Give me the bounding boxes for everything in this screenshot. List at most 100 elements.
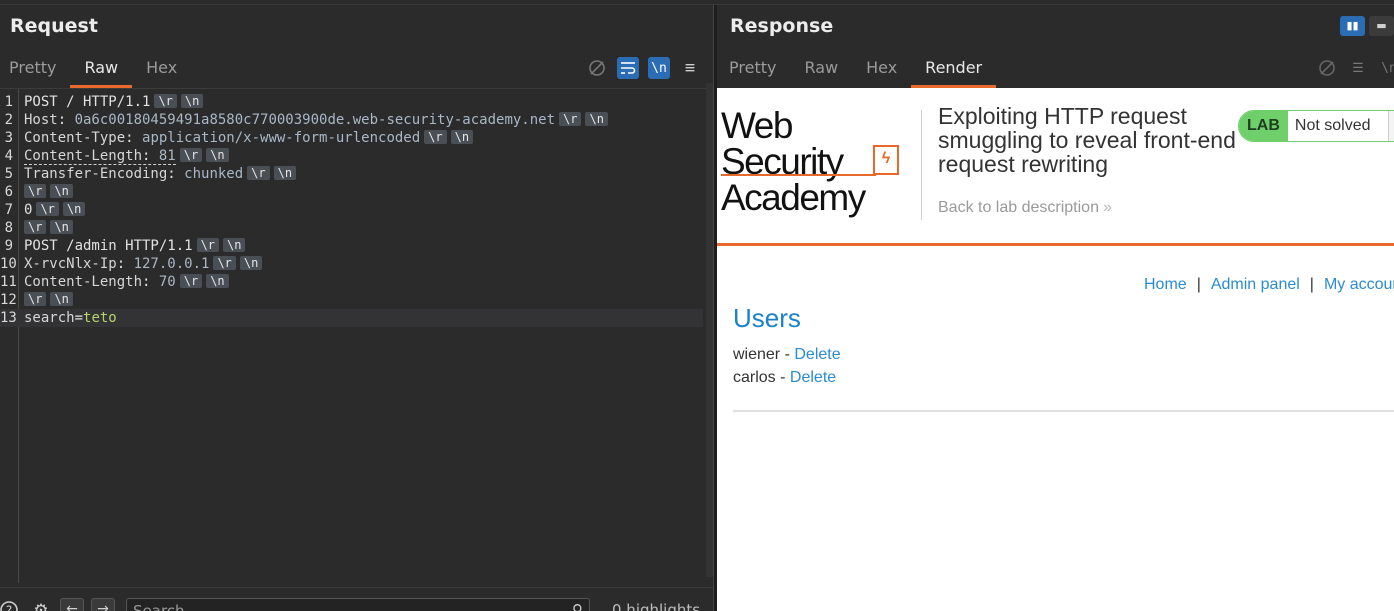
lf-marker: \n xyxy=(585,112,608,126)
request-line-1: 1 POST / HTTP/1.1 \r \n xyxy=(0,93,703,111)
rendered-page: Web Security Academy ϟ Exploiting HTTP r… xyxy=(717,88,1394,611)
nav-admin-panel[interactable]: Admin panel xyxy=(1211,276,1300,293)
cr-marker: \r xyxy=(24,184,47,198)
user-row: wiener - Delete xyxy=(733,346,841,364)
nav-home[interactable]: Home xyxy=(1144,276,1187,293)
cr-marker: \r xyxy=(196,238,220,252)
logo-line-2: Academy xyxy=(721,177,866,218)
user-separator: - xyxy=(780,346,795,363)
nav-separator: | xyxy=(1309,276,1314,293)
content-rule xyxy=(733,410,1394,412)
double-chevron-icon: » xyxy=(1102,199,1112,216)
response-toolbar: ☰ \n xyxy=(1316,57,1394,79)
lab-tag: LAB xyxy=(1239,111,1288,141)
back-to-lab-link[interactable]: Back to lab description» xyxy=(938,199,1112,217)
request-pane: Request Pretty Raw Hex \n ≡ 1 POST / HTT… xyxy=(0,5,713,611)
header-name: Content-Length xyxy=(24,148,143,164)
response-tabs: Pretty Raw Hex Render xyxy=(715,53,997,88)
line-number: 9 xyxy=(4,238,13,254)
request-tabs: Pretty Raw Hex xyxy=(0,53,191,88)
request-line-8: 8 \r \n xyxy=(0,219,703,237)
header-name: Content-Type xyxy=(24,130,126,146)
request-scrollbar[interactable] xyxy=(706,83,713,577)
lf-marker: \n xyxy=(450,130,474,144)
request-toolbar: \n ≡ xyxy=(586,57,701,79)
header-name: Content-Length xyxy=(24,274,143,290)
header-value: 0a6c00180459491a8580c770003900de.web-sec… xyxy=(74,112,556,128)
user-separator: - xyxy=(775,369,790,386)
lab-status-badge: LAB Not solved xyxy=(1238,110,1394,142)
wrap-lines-icon[interactable]: ☰ xyxy=(1347,57,1369,79)
hide-nonprintable-icon[interactable] xyxy=(586,57,608,79)
next-match-button[interactable]: → xyxy=(91,598,115,611)
search-input[interactable]: Search ⚲ xyxy=(126,598,590,611)
tab-render[interactable]: Render xyxy=(911,53,997,88)
cr-marker: \r xyxy=(24,220,47,234)
split-columns-icon[interactable]: ▮▮ xyxy=(1340,16,1365,36)
header-divider xyxy=(921,110,922,220)
cr-marker: \r xyxy=(154,94,177,108)
layout-toggle: ▮▮ ▬ xyxy=(1340,16,1394,36)
lf-marker: \n xyxy=(273,166,297,180)
gear-icon[interactable]: ⚙ xyxy=(30,600,52,611)
users-heading: Users xyxy=(733,303,801,333)
line-number: 4 xyxy=(4,148,13,164)
header-rule xyxy=(717,243,1394,246)
request-line-text: POST /admin HTTP/1.1 xyxy=(24,238,193,254)
lf-marker: \n xyxy=(50,220,73,234)
request-line-9: 9 POST /admin HTTP/1.1 \r \n xyxy=(0,237,703,255)
cr-marker: \r xyxy=(213,256,236,270)
svg-text:?: ? xyxy=(6,604,12,611)
line-number: 7 xyxy=(4,202,13,218)
logo-underline xyxy=(721,174,876,176)
tab-raw[interactable]: Raw xyxy=(790,53,852,88)
request-line-2: 2 Host: 0a6c00180459491a8580c770003900de… xyxy=(0,111,703,129)
show-newlines-icon[interactable]: \n xyxy=(648,57,670,79)
previous-match-button[interactable]: ← xyxy=(60,598,84,611)
header-name: Transfer-Encoding xyxy=(24,166,168,182)
line-number: 10 xyxy=(0,256,17,272)
header-name: X-rvcNlx-Ip xyxy=(24,256,117,272)
lightning-icon: ϟ xyxy=(873,145,899,175)
user-name: wiener xyxy=(733,346,781,363)
tab-hex[interactable]: Hex xyxy=(132,53,191,88)
cr-marker: \r xyxy=(179,148,203,162)
tab-hex[interactable]: Hex xyxy=(852,53,911,88)
tab-raw[interactable]: Raw xyxy=(70,53,133,88)
wrap-lines-icon[interactable] xyxy=(617,57,639,79)
tab-pretty[interactable]: Pretty xyxy=(715,53,790,88)
line-number: 12 xyxy=(0,292,17,308)
user-name: carlos xyxy=(733,369,776,386)
lab-title: Exploiting HTTP request smuggling to rev… xyxy=(938,103,1236,177)
line-number: 13 xyxy=(0,310,17,326)
search-icon: ⚲ xyxy=(572,601,583,611)
delete-user-link[interactable]: Delete xyxy=(794,346,840,363)
lf-marker: \n xyxy=(180,94,204,108)
line-number: 2 xyxy=(4,112,13,128)
request-line-13: 13 search=teto xyxy=(0,309,703,327)
header-value: chunked xyxy=(184,166,244,182)
lf-marker: \n xyxy=(239,256,263,270)
request-search-bar: ? ⚙ ← → Search ⚲ 0 highlights xyxy=(0,587,713,611)
hide-nonprintable-icon[interactable] xyxy=(1316,57,1338,79)
delete-user-link[interactable]: Delete xyxy=(790,369,836,386)
lf-marker: \n xyxy=(50,292,73,306)
line-number: 1 xyxy=(4,94,13,110)
line-number: 6 xyxy=(4,184,13,200)
lf-marker: \n xyxy=(223,238,246,252)
help-icon[interactable]: ? xyxy=(0,600,20,611)
nav-my-account[interactable]: My account xyxy=(1324,276,1394,293)
request-editor[interactable]: 1 POST / HTTP/1.1 \r \n 2 Host: 0a6c001804… xyxy=(0,88,713,583)
request-line-6: 6 \r \n xyxy=(0,183,703,201)
cr-marker: \r xyxy=(247,166,270,180)
request-line-12: 12 \r \n xyxy=(0,291,703,309)
menu-icon[interactable]: ≡ xyxy=(679,57,701,79)
user-row: carlos - Delete xyxy=(733,369,836,387)
response-title: Response xyxy=(730,15,834,37)
split-rows-icon[interactable]: ▬ xyxy=(1369,16,1394,36)
header-value: application/x-www-form-urlencoded xyxy=(142,130,421,146)
show-newlines-icon[interactable]: \n xyxy=(1378,57,1394,79)
lf-marker: \n xyxy=(50,184,73,198)
lab-status: Not solved xyxy=(1294,117,1371,134)
tab-pretty[interactable]: Pretty xyxy=(0,53,70,88)
